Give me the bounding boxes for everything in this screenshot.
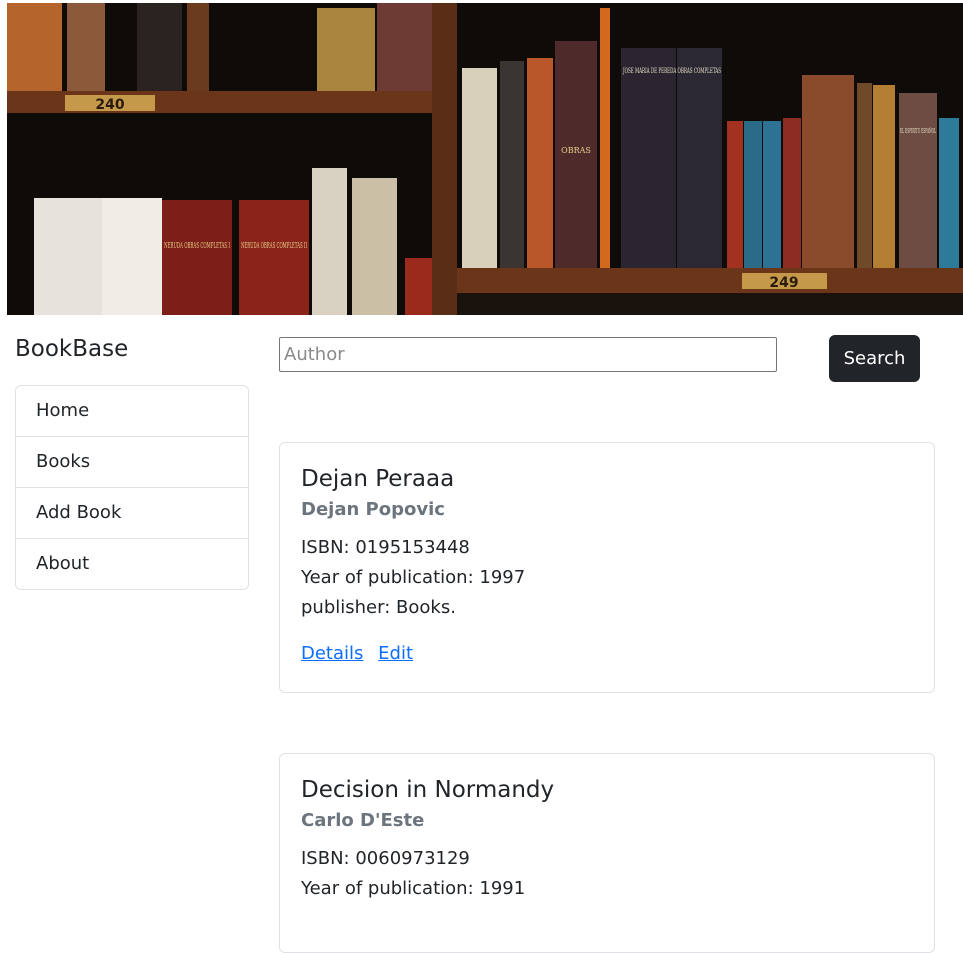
publisher-label: publisher: xyxy=(301,597,391,618)
book-publisher: publisher: Books. xyxy=(301,593,913,623)
shelf-label-249: 249 xyxy=(769,275,798,291)
author-search-input[interactable] xyxy=(279,337,777,372)
search-button[interactable]: Search xyxy=(829,335,920,382)
sidebar-nav: Home Books Add Book About xyxy=(15,385,249,590)
book-isbn: ISBN: 0060973129 xyxy=(301,844,913,874)
year-value: 1991 xyxy=(479,878,526,899)
isbn-value: 0195153448 xyxy=(355,537,470,558)
nav-item-books[interactable]: Books xyxy=(16,437,248,488)
year-value: 1997 xyxy=(479,567,526,588)
book-title: Dejan Peraaa xyxy=(301,466,455,492)
edit-link[interactable]: Edit xyxy=(378,643,413,664)
spine-text: NERUDA OBRAS COMPLETAS II xyxy=(241,241,307,250)
isbn-label: ISBN: xyxy=(301,537,350,558)
spine-text: NERUDA OBRAS COMPLETAS I xyxy=(164,241,230,250)
publisher-value: Books. xyxy=(396,597,456,618)
book-author: Dejan Popovic xyxy=(301,499,445,520)
spine-text: EL ESPIRITU ESPAÑOL xyxy=(900,127,936,135)
spine-text: JOSE MARIA DE PEREDA OBRAS COMPLETAS xyxy=(622,67,721,75)
shelf-label-240: 240 xyxy=(95,97,124,113)
brand-title[interactable]: BookBase xyxy=(15,336,128,362)
hero-banner-image: 240 249 NERUDA OBRAS COMPLETAS I NERUDA … xyxy=(7,3,963,315)
book-card: Dejan Peraaa Dejan Popovic ISBN: 0195153… xyxy=(279,442,935,693)
details-link[interactable]: Details xyxy=(301,643,363,664)
nav-item-add-book[interactable]: Add Book xyxy=(16,488,248,539)
book-year: Year of publication: 1997 xyxy=(301,563,913,593)
book-year: Year of publication: 1991 xyxy=(301,874,913,904)
year-label: Year of publication: xyxy=(301,878,474,899)
book-title: Decision in Normandy xyxy=(301,777,555,803)
spine-text: OBRAS xyxy=(561,146,591,155)
bookshelf-illustration: 240 249 NERUDA OBRAS COMPLETAS I NERUDA … xyxy=(7,3,963,315)
nav-item-home[interactable]: Home xyxy=(16,386,248,437)
nav-item-about[interactable]: About xyxy=(16,539,248,589)
book-isbn: ISBN: 0195153448 xyxy=(301,533,913,563)
isbn-label: ISBN: xyxy=(301,848,350,869)
book-author: Carlo D'Este xyxy=(301,810,425,831)
isbn-value: 0060973129 xyxy=(355,848,470,869)
book-card: Decision in Normandy Carlo D'Este ISBN: … xyxy=(279,753,935,953)
card-actions: Details Edit xyxy=(301,643,913,664)
year-label: Year of publication: xyxy=(301,567,474,588)
